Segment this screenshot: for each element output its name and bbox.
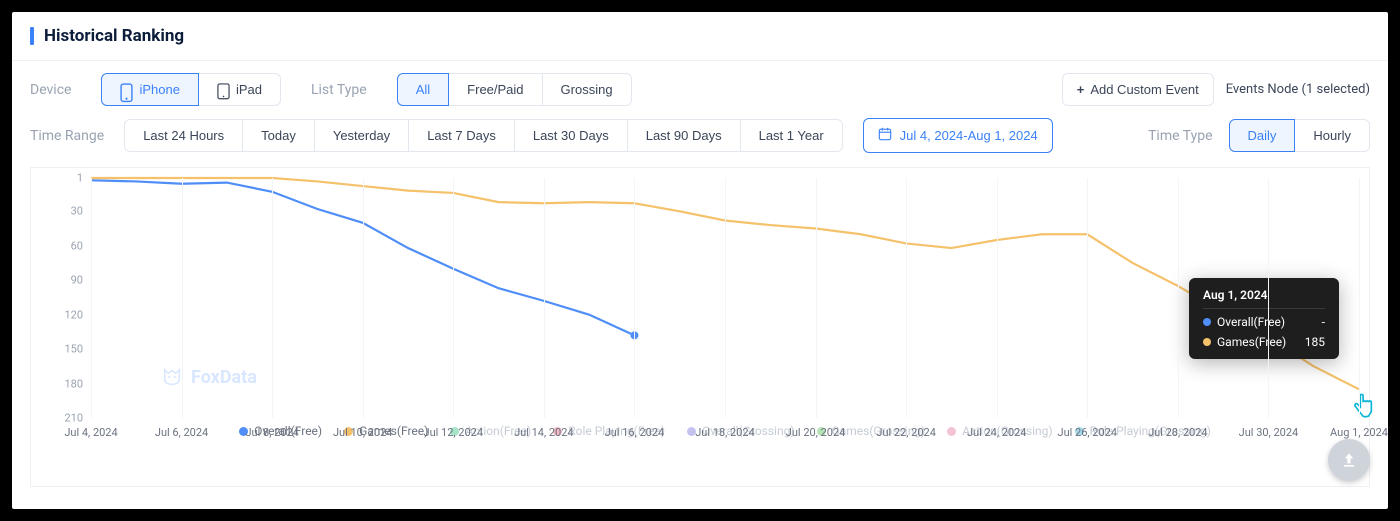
tooltip: Aug 1, 2024 Overall(Free) - Games(Free) … xyxy=(1189,278,1339,359)
x-tick: Jul 16, 2024 xyxy=(605,426,665,439)
y-tick: 120 xyxy=(39,308,83,321)
y-tick: 180 xyxy=(39,377,83,390)
time-range-custom[interactable]: Jul 4, 2024-Aug 1, 2024 xyxy=(863,118,1053,153)
filter-row-2: Time Range Last 24 Hours Today Yesterday… xyxy=(12,106,1388,161)
title-row: Historical Ranking xyxy=(12,12,1388,61)
time-range-yesterday[interactable]: Yesterday xyxy=(315,119,409,152)
add-custom-event-button[interactable]: + Add Custom Event xyxy=(1062,73,1214,106)
tablet-icon xyxy=(217,83,230,96)
x-tick: Jul 24, 2024 xyxy=(967,426,1027,439)
right-actions: + Add Custom Event Events Node (1 select… xyxy=(1062,73,1370,106)
events-node-link[interactable]: Events Node (1 selected) xyxy=(1226,82,1370,97)
time-range-1y[interactable]: Last 1 Year xyxy=(741,119,843,152)
upload-icon xyxy=(1339,450,1359,470)
x-tick: Jul 10, 2024 xyxy=(333,426,393,439)
title-accent xyxy=(30,27,34,45)
device-segment: iPhone iPad xyxy=(101,73,281,106)
list-type-freepaid-button[interactable]: Free/Paid xyxy=(449,73,542,106)
x-tick: Jul 14, 2024 xyxy=(514,426,574,439)
list-type-segment: All Free/Paid Grossing xyxy=(397,73,632,106)
device-label: Device xyxy=(30,82,71,98)
time-type-group: Time Type Daily Hourly xyxy=(1148,119,1370,152)
upload-fab[interactable] xyxy=(1328,439,1370,481)
phone-icon xyxy=(120,83,133,96)
y-tick: 150 xyxy=(39,343,83,356)
device-ipad-label: iPad xyxy=(236,82,262,97)
panel: Historical Ranking Device iPhone iPad Li… xyxy=(12,12,1388,509)
time-type-daily[interactable]: Daily xyxy=(1229,119,1296,152)
time-range-group: Last 24 Hours Today Yesterday Last 7 Day… xyxy=(124,119,842,152)
filter-row-1: Device iPhone iPad List Type All Free/Pa… xyxy=(12,61,1388,106)
time-range-7d[interactable]: Last 7 Days xyxy=(409,119,515,152)
x-tick: Jul 6, 2024 xyxy=(155,426,208,439)
tooltip-row-overall: Overall(Free) - xyxy=(1203,315,1325,329)
y-tick: 90 xyxy=(39,274,83,287)
plot-area[interactable]: Aug 1, 2024 Overall(Free) - Games(Free) … xyxy=(91,178,1359,418)
x-tick: Jul 30, 2024 xyxy=(1239,426,1299,439)
tooltip-value-games: 185 xyxy=(1305,335,1325,349)
plus-icon: + xyxy=(1077,82,1085,97)
x-tick: Jul 4, 2024 xyxy=(64,426,117,439)
x-tick: Jul 12, 2024 xyxy=(424,426,484,439)
time-type-label: Time Type xyxy=(1148,128,1212,144)
calendar-icon xyxy=(878,127,892,144)
x-tick: Jul 26, 2024 xyxy=(1058,426,1118,439)
y-tick: 210 xyxy=(39,412,83,425)
time-range-label: Time Range xyxy=(30,128,104,144)
x-tick: Jul 20, 2024 xyxy=(786,426,846,439)
watermark: FoxData xyxy=(161,366,257,388)
x-tick: Aug 1, 2024 xyxy=(1330,426,1388,439)
time-range-24h[interactable]: Last 24 Hours xyxy=(124,119,243,152)
time-range-30d[interactable]: Last 30 Days xyxy=(515,119,628,152)
add-custom-event-label: Add Custom Event xyxy=(1090,82,1198,97)
x-tick: Jul 8, 2024 xyxy=(245,426,298,439)
x-tick: Jul 28, 2024 xyxy=(1148,426,1208,439)
page-title: Historical Ranking xyxy=(44,26,184,46)
tooltip-date: Aug 1, 2024 xyxy=(1203,288,1325,309)
cursor-pointer-icon xyxy=(1353,393,1375,419)
x-tick: Jul 18, 2024 xyxy=(695,426,755,439)
list-type-label: List Type xyxy=(311,82,367,98)
y-tick: 1 xyxy=(39,172,83,185)
device-iphone-button[interactable]: iPhone xyxy=(101,73,198,106)
device-iphone-label: iPhone xyxy=(139,82,179,97)
device-ipad-button[interactable]: iPad xyxy=(199,73,281,106)
x-tick: Jul 22, 2024 xyxy=(876,426,936,439)
time-range-today[interactable]: Today xyxy=(243,119,315,152)
y-tick: 60 xyxy=(39,239,83,252)
list-type-grossing-button[interactable]: Grossing xyxy=(543,73,632,106)
y-tick: 30 xyxy=(39,205,83,218)
time-range-custom-label: Jul 4, 2024-Aug 1, 2024 xyxy=(900,128,1038,143)
list-type-all-button[interactable]: All xyxy=(397,73,449,106)
tooltip-row-games: Games(Free) 185 xyxy=(1203,335,1325,349)
tooltip-value-overall: - xyxy=(1322,315,1325,329)
time-type-hourly[interactable]: Hourly xyxy=(1295,119,1370,152)
chart[interactable]: Aug 1, 2024 Overall(Free) - Games(Free) … xyxy=(30,167,1370,487)
time-range-90d[interactable]: Last 90 Days xyxy=(628,119,741,152)
